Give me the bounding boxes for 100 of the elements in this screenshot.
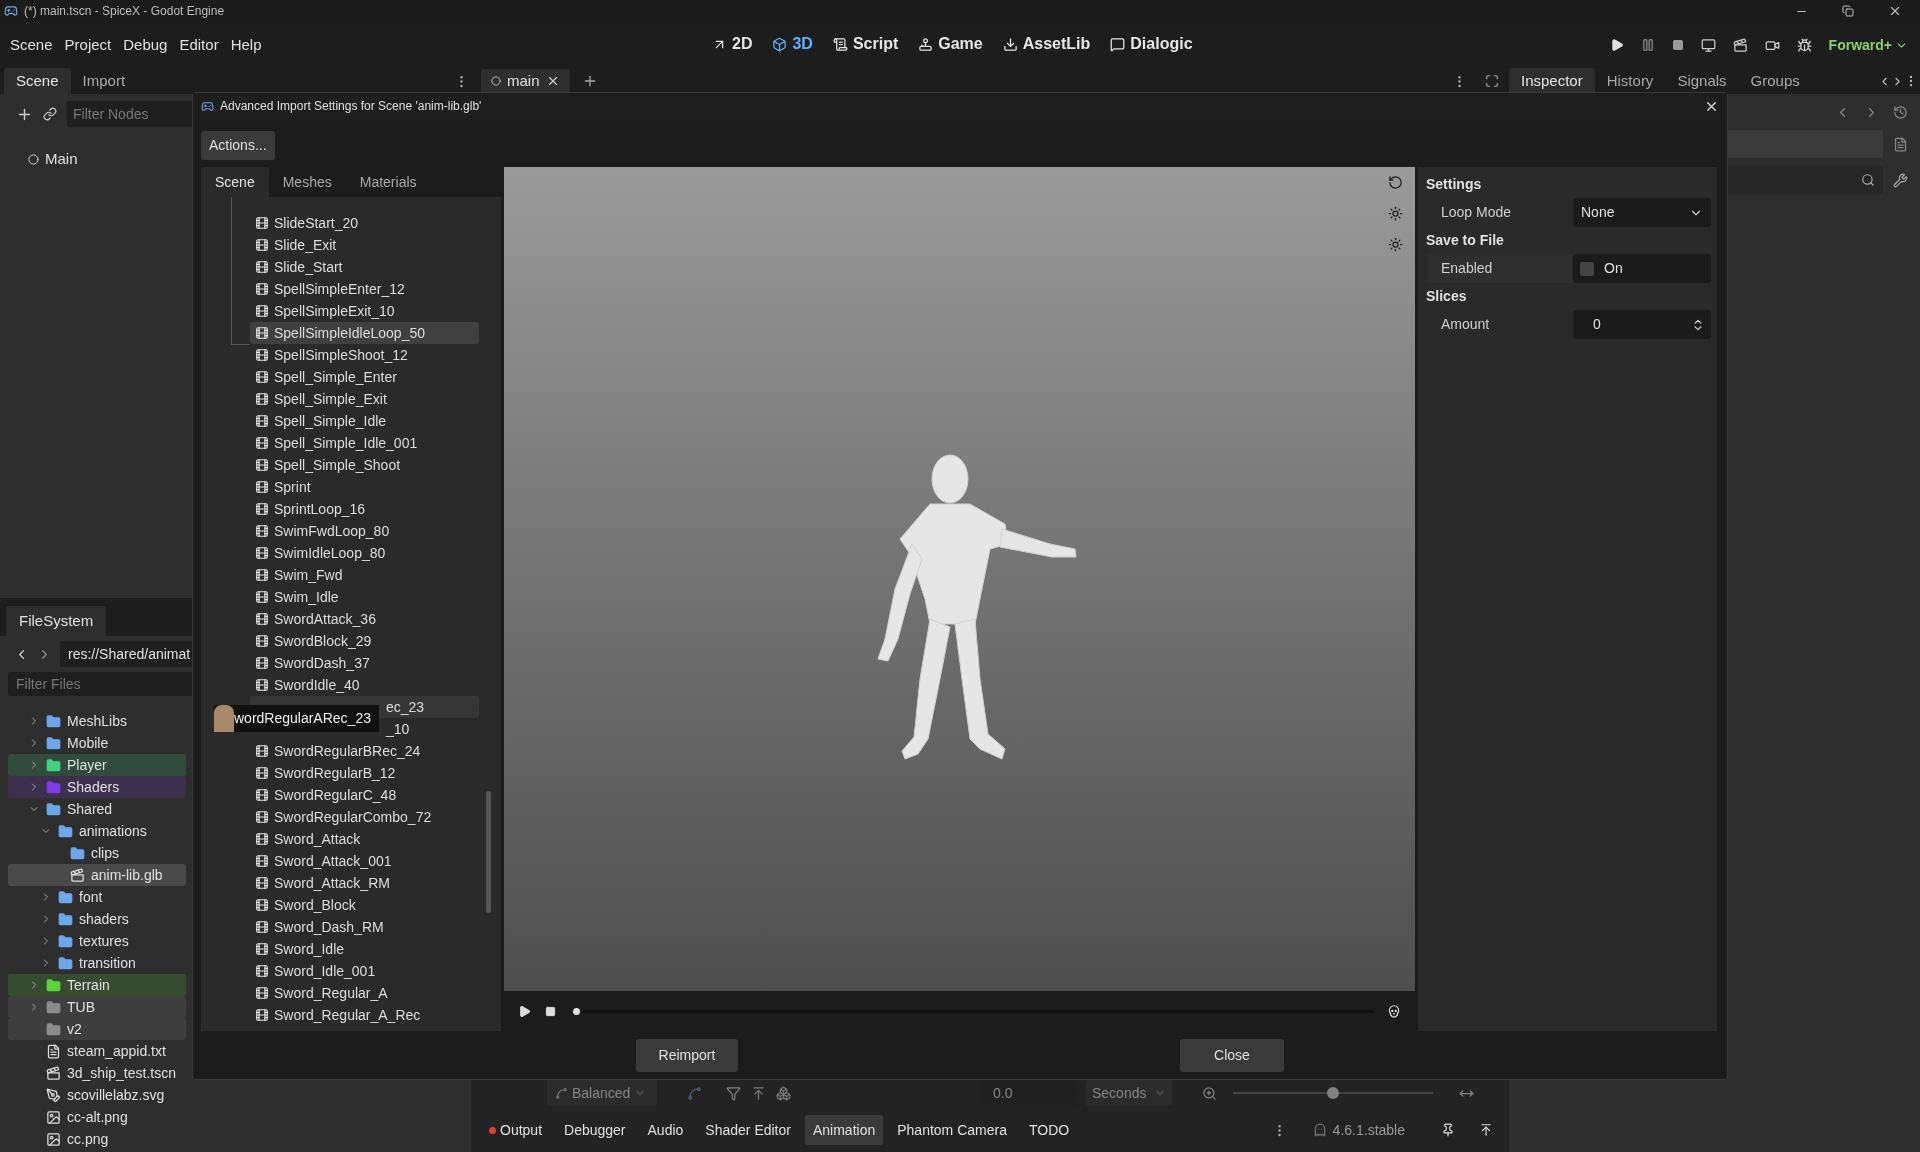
file-tree-row[interactable]: transition	[8, 952, 186, 974]
animation-tree-item[interactable]: Sword_Dash_RM	[250, 916, 479, 938]
dock-tab[interactable]: History	[1594, 68, 1666, 94]
dock-tab[interactable]: FileSystem	[6, 606, 107, 636]
animation-tree-item[interactable]: Sword_Attack_RM	[250, 872, 479, 894]
workspace-tab[interactable]: Dialogic	[1110, 32, 1193, 56]
animation-tree-item[interactable]: SwimIdleLoop_80	[250, 542, 479, 564]
bug-icon[interactable]	[1796, 37, 1812, 53]
animation-tree-item[interactable]: SwordDash_37	[250, 652, 479, 674]
dialog-tab[interactable]: Scene	[201, 167, 269, 197]
animation-tree-item[interactable]: Sword_Idle_001	[250, 960, 479, 982]
dock-tab[interactable]: Import	[70, 68, 138, 94]
restore-icon[interactable]	[1842, 5, 1854, 17]
file-tree-row[interactable]: Terrain	[8, 974, 186, 996]
file-tree-row[interactable]: steam_appid.txt	[8, 1040, 186, 1062]
workspace-tab[interactable]: AssetLib	[1002, 32, 1091, 56]
bottom-panel-tab[interactable]: Shader Editor	[697, 1115, 799, 1145]
time-unit-dropdown[interactable]: Seconds	[1086, 1080, 1172, 1106]
fullscreen-icon[interactable]	[1485, 74, 1499, 88]
pin-icon[interactable]	[1441, 1123, 1455, 1137]
file-tree-row[interactable]: clips	[8, 842, 186, 864]
file-tree-row[interactable]: Player	[8, 754, 186, 776]
bottom-panel-tab[interactable]: TODO	[1020, 1115, 1078, 1145]
animation-tree-item[interactable]: Spell_Simple_Shoot	[250, 454, 479, 476]
loop-mode-dropdown[interactable]: None	[1573, 198, 1711, 227]
animation-tree-item[interactable]: Spell_Simple_Idle	[250, 410, 479, 432]
amount-spinbox[interactable]: 0	[1573, 310, 1711, 339]
file-tree-row[interactable]: font	[8, 886, 186, 908]
play-icon[interactable]	[1609, 38, 1624, 52]
dock-tab[interactable]: Scene	[4, 68, 71, 94]
blend-dropdown[interactable]: Balanced	[547, 1080, 657, 1106]
play-icon[interactable]	[518, 1004, 531, 1018]
animation-tree-item[interactable]: Slide_Exit	[250, 234, 479, 256]
file-tree-row[interactable]: TUB	[8, 996, 186, 1018]
file-tree-row[interactable]: scovillelabz.svg	[8, 1084, 186, 1106]
bottom-panel-tab[interactable]: Output	[481, 1115, 551, 1145]
bottom-panel-tab[interactable]: Animation	[804, 1115, 884, 1145]
animation-tree-item[interactable]: Sprint	[250, 476, 479, 498]
close-button[interactable]: Close	[1180, 1038, 1284, 1072]
editor-tab[interactable]: main	[481, 69, 570, 93]
workspace-tab[interactable]: 2D	[712, 32, 753, 56]
clapperboard-icon[interactable]	[1732, 37, 1748, 53]
document-icon[interactable]	[1893, 136, 1908, 152]
animation-tree-item[interactable]: Sword_Idle	[250, 938, 479, 960]
animation-tree-item[interactable]: Sword_Attack_001	[250, 850, 479, 872]
rotate-icon[interactable]	[1388, 175, 1403, 190]
file-tree-row[interactable]: textures	[8, 930, 186, 952]
file-tree-row[interactable]: shaders	[8, 908, 186, 930]
menu-item[interactable]: Editor	[173, 33, 225, 57]
animation-tree-item[interactable]: Spell_Simple_Exit	[250, 388, 479, 410]
file-tree-row[interactable]: MeshLibs	[8, 710, 186, 732]
dock-tab[interactable]: Groups	[1738, 68, 1812, 94]
file-tree-row[interactable]: v2	[8, 1018, 186, 1040]
animation-tree-item[interactable]: SwordRegularC_48	[250, 784, 479, 806]
animation-tree-item[interactable]: SpellSimpleIdleLoop_50	[250, 322, 479, 344]
file-tree-row[interactable]: cc-alt.png	[8, 1106, 186, 1128]
menu-item[interactable]: Debug	[117, 33, 174, 57]
close-icon[interactable]	[1888, 4, 1902, 18]
actions-button[interactable]: Actions...	[201, 131, 275, 160]
reimport-button[interactable]: Reimport	[636, 1038, 738, 1072]
pause-icon[interactable]	[1640, 38, 1655, 52]
workspace-tab[interactable]: Script	[832, 32, 899, 56]
dialog-tab[interactable]: Meshes	[268, 167, 346, 197]
history-icon[interactable]	[1893, 104, 1908, 120]
animation-tree-item[interactable]: Sword_Regular_A_Rec	[250, 1004, 479, 1026]
animation-tree-item[interactable]: Sword_Regular_A	[250, 982, 479, 1004]
animation-tree-item[interactable]: SpellSimpleExit_10	[250, 300, 479, 322]
dialog-tab[interactable]: Materials	[345, 167, 431, 197]
bottom-panel-tab[interactable]: Audio	[639, 1115, 692, 1145]
animation-tree-item[interactable]: Spell_Simple_Enter	[250, 366, 479, 388]
dock-tab[interactable]: Signals	[1665, 68, 1739, 94]
tools-icon[interactable]	[1893, 172, 1908, 188]
file-tree-row[interactable]: animations	[8, 820, 186, 842]
light-icon[interactable]	[1388, 206, 1403, 221]
file-tree-row[interactable]: 3d_ship_test.tscn	[8, 1062, 186, 1084]
animation-tree-item[interactable]: SprintLoop_16	[250, 498, 479, 520]
animation-tree-item[interactable]: Sword_Attack	[250, 828, 479, 850]
animation-tree-item[interactable]: SpellSimpleEnter_12	[250, 278, 479, 300]
stop-icon[interactable]	[1671, 39, 1684, 51]
bottom-panel-tab[interactable]: Debugger	[556, 1115, 634, 1145]
animation-tree-item[interactable]: SwordAttack_36	[250, 608, 479, 630]
animation-tree-item[interactable]: Sword_Block	[250, 894, 479, 916]
animation-tree-item[interactable]: Swim_Idle	[250, 586, 479, 608]
menu-item[interactable]: Help	[224, 33, 268, 57]
expand-panel-icon[interactable]	[1479, 1123, 1493, 1137]
slider-thumb[interactable]	[1327, 1087, 1339, 1099]
animation-tree-item[interactable]: SwordRegularB_12	[250, 762, 479, 784]
animation-tree-item[interactable]: SlideStart_20	[250, 212, 479, 234]
animation-tree-item[interactable]: SwordRegularBRec_24	[250, 740, 479, 762]
menu-item[interactable]: Scene	[4, 33, 59, 57]
menu-item[interactable]: Project	[58, 33, 118, 57]
enabled-checkbox[interactable]: On	[1573, 254, 1711, 283]
file-tree-row[interactable]: Shared	[8, 798, 186, 820]
workspace-tab[interactable]: 3D	[772, 32, 813, 56]
skull-icon[interactable]	[1387, 1004, 1401, 1018]
bottom-panel-tab[interactable]: Phantom Camera	[889, 1115, 1015, 1145]
file-tree-row[interactable]: cc.png	[8, 1128, 186, 1150]
monitor-icon[interactable]	[1700, 37, 1716, 53]
link-icon[interactable]	[43, 107, 57, 121]
animation-tree-item[interactable]: SpellSimpleShoot_12	[250, 344, 479, 366]
